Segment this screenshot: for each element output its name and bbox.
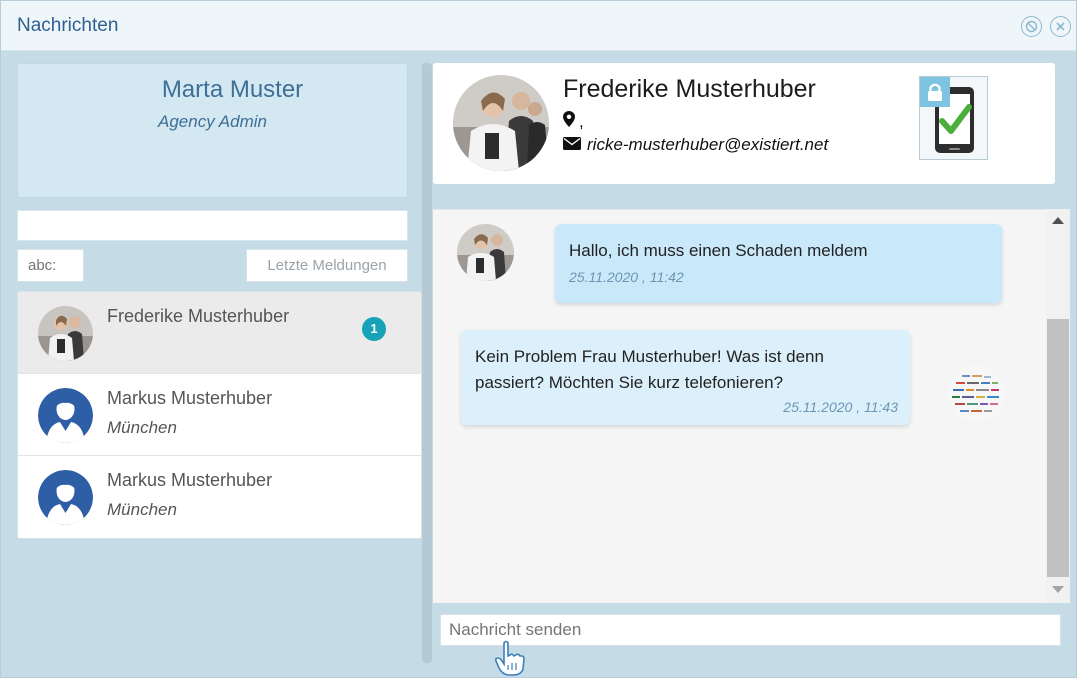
close-icon[interactable]	[1050, 16, 1071, 37]
secure-phone-check-icon	[919, 76, 988, 160]
location-text: ,	[579, 111, 584, 131]
agency-logo-avatar	[948, 365, 1005, 422]
scroll-down-arrow-icon[interactable]	[1052, 586, 1064, 593]
user-avatar-icon	[38, 470, 93, 525]
contact-location: ,	[563, 111, 584, 132]
contact-photo-avatar	[453, 75, 549, 171]
title-bar: Nachrichten	[1, 1, 1076, 51]
contact-email: ricke-musterhuber@existiert.net	[563, 135, 828, 155]
message-timestamp: 25.11.2020 , 11:43	[783, 399, 898, 415]
contact-name: Markus Musterhuber	[107, 388, 273, 408]
window-title: Nachrichten	[17, 15, 119, 36]
message-timestamp: 25.11.2020 , 11:42	[569, 269, 684, 285]
user-avatar-icon	[38, 388, 93, 443]
contact-photo-avatar	[457, 224, 514, 281]
panel-splitter[interactable]	[422, 63, 432, 663]
chat-header: Frederike Musterhuber , ricke-musterhube…	[433, 63, 1055, 184]
contact-item[interactable]: Markus Musterhuber München	[18, 374, 421, 456]
pointer-hand-icon	[493, 639, 527, 677]
contact-name: Markus Musterhuber	[107, 470, 273, 490]
message-thread[interactable]: Hallo, ich muss einen Schaden meldem 25.…	[433, 209, 1070, 603]
incoming-message: Hallo, ich muss einen Schaden meldem 25.…	[555, 224, 1002, 303]
contact-list: Frederike Musterhuber 1 Markus Musterhub…	[17, 291, 422, 539]
message-input[interactable]	[440, 614, 1061, 646]
chat-contact-name: Frederike Musterhuber	[563, 75, 816, 103]
contact-item[interactable]: Frederike Musterhuber 1	[18, 292, 421, 374]
minimize-icon[interactable]	[1021, 16, 1042, 37]
outgoing-message: Kein Problem Frau Musterhuber! Was ist d…	[461, 330, 910, 425]
scroll-up-arrow-icon[interactable]	[1052, 217, 1064, 224]
contact-city: München	[107, 500, 177, 519]
contact-name: Frederike Musterhuber	[107, 306, 290, 326]
contact-item[interactable]: Markus Musterhuber München	[18, 456, 421, 538]
empty-info-bar	[17, 210, 408, 241]
scroll-thumb[interactable]	[1047, 319, 1069, 577]
envelope-icon	[563, 135, 581, 155]
thread-scrollbar[interactable]	[1046, 209, 1070, 603]
contact-city: München	[107, 418, 177, 437]
profile-role: Agency Admin	[158, 112, 267, 131]
message-text: Hallo, ich muss einen Schaden meldem	[569, 241, 868, 260]
message-text: Kein Problem Frau Musterhuber! Was ist d…	[475, 347, 824, 392]
map-marker-icon	[563, 111, 575, 132]
contact-photo-avatar	[38, 306, 93, 361]
profile-card: Marta Muster Agency Admin	[17, 63, 408, 198]
messages-window: Nachrichten Marta Muster Agency Admin Le…	[0, 0, 1077, 678]
filter-input[interactable]	[17, 249, 84, 282]
latest-messages-button[interactable]: Letzte Meldungen	[246, 249, 408, 282]
profile-name: Marta Muster	[161, 76, 304, 103]
email-text[interactable]: ricke-musterhuber@existiert.net	[587, 135, 828, 155]
unread-badge: 1	[362, 317, 386, 341]
